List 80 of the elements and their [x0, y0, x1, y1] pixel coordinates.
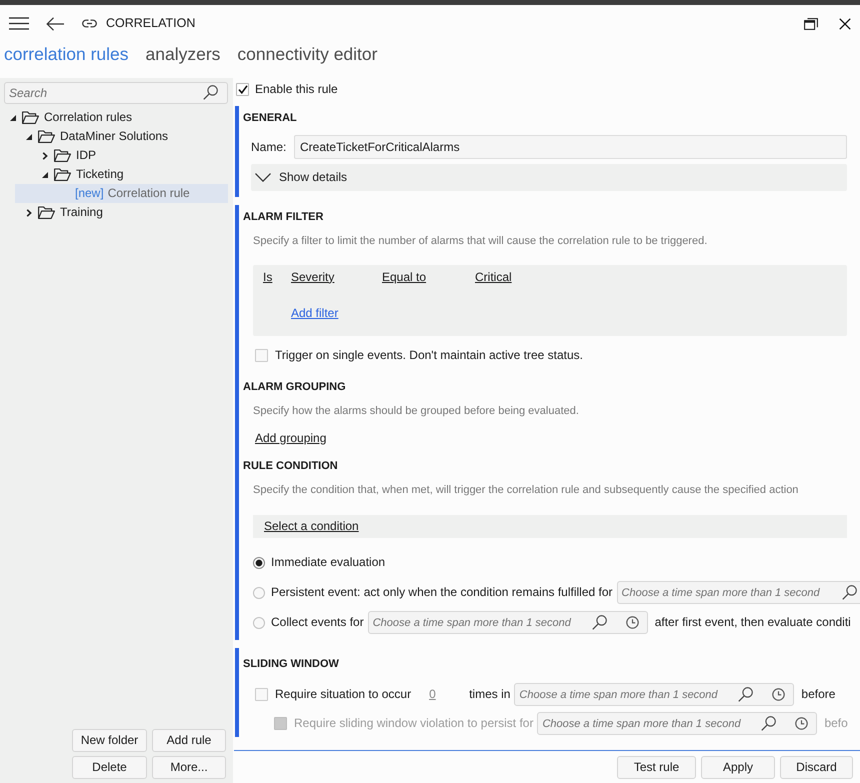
time-span-field[interactable]: Choose a time span more than 1 second: [368, 611, 648, 634]
option-label: times in: [469, 687, 510, 702]
checkbox[interactable]: [236, 82, 249, 96]
section-heading: GENERAL: [243, 111, 298, 126]
section-heading: ALARM FILTER: [243, 210, 324, 225]
checkbox[interactable]: [255, 349, 268, 362]
add-filter-link[interactable]: Add filter: [291, 306, 338, 320]
option-label: Trigger on single events. Don't maintain active tree status.: [275, 348, 583, 363]
clock-icon[interactable]: [626, 616, 639, 629]
field-label: Name:: [251, 140, 288, 154]
option-label: Persistent event: act only when the condition remains fulfilled for: [271, 585, 613, 600]
tree-item[interactable]: Correlation rules: [4, 108, 228, 127]
tab[interactable]: connectivity editor: [237, 42, 378, 66]
search-icon[interactable]: [592, 615, 607, 630]
link-icon: [82, 18, 97, 29]
time-span-field[interactable]: Choose a time span more than 1 second: [616, 581, 860, 604]
tab[interactable]: analyzers: [146, 42, 220, 66]
chevron-down-icon[interactable]: [255, 173, 271, 182]
section-heading: SLIDING WINDOW: [243, 657, 340, 672]
search-icon[interactable]: [761, 716, 776, 731]
back-arrow-icon[interactable]: [46, 16, 64, 30]
section-description: Specify the condition that, when met, will trigger the correlation rule and subsequently cause the specified action: [253, 483, 800, 498]
tree-item[interactable]: Ticketing: [4, 165, 228, 184]
add-grouping-link[interactable]: Add grouping: [255, 431, 326, 445]
option-label: befo: [824, 716, 848, 731]
close-icon[interactable]: [839, 18, 851, 30]
section-description: Specify a filter to limit the number of alarms that will cause the correlation rule to be triggered.: [253, 234, 708, 249]
filter-token[interactable]: Equal to: [382, 270, 475, 284]
filter-token[interactable]: Critical: [475, 270, 512, 284]
search-icon: [203, 85, 218, 100]
footer-button[interactable]: Test rule: [617, 756, 696, 779]
folder-icon: [38, 130, 55, 143]
sidebar-button[interactable]: Delete: [72, 756, 147, 779]
time-span-field[interactable]: Choose a time span more than 1 second: [514, 683, 794, 706]
name-field[interactable]: CreateTicketForCriticalAlarms: [294, 135, 847, 159]
section-heading: ALARM GROUPING: [243, 380, 347, 395]
radio-button[interactable]: [253, 556, 265, 568]
triangle-icon[interactable]: [10, 114, 16, 120]
footer-button[interactable]: Discard: [780, 756, 853, 779]
folder-icon: [54, 168, 71, 181]
folder-icon: [38, 206, 55, 219]
radio-button[interactable]: [253, 586, 265, 598]
filter-token[interactable]: Is: [263, 270, 291, 284]
option-label: Immediate evaluation: [271, 555, 386, 570]
filter-token[interactable]: Severity: [291, 270, 382, 284]
details-expander[interactable]: Show details: [251, 164, 847, 191]
tab[interactable]: correlation rules: [4, 42, 128, 66]
tree-item[interactable]: IDP: [4, 146, 228, 165]
folder-icon: [22, 111, 39, 124]
triangle-icon[interactable]: [26, 134, 32, 140]
search-field[interactable]: Search: [4, 82, 228, 104]
window-title: CORRELATION: [106, 16, 196, 32]
section-description: Specify how the alarms should be grouped before being evaluated.: [253, 404, 580, 419]
option-label: Require sliding window violation to persist for: [294, 716, 534, 731]
search-icon[interactable]: [842, 585, 857, 600]
tree-item[interactable]: DataMiner Solutions: [4, 127, 228, 146]
option-label: Collect events for: [271, 615, 364, 630]
option-label: after first event, then evaluate conditi: [654, 615, 851, 630]
chevron-right-icon[interactable]: [42, 152, 48, 160]
checkmark-icon: [238, 84, 248, 94]
search-icon[interactable]: [738, 687, 754, 702]
clock-icon[interactable]: [772, 688, 786, 701]
section-heading: RULE CONDITION: [243, 459, 339, 474]
menu-icon[interactable]: [9, 17, 29, 30]
checkbox-label: Enable this rule: [255, 82, 338, 96]
sidebar-button[interactable]: New folder: [72, 729, 147, 752]
option-label: Require situation to occur: [275, 687, 412, 702]
option-label: before: [801, 687, 836, 702]
restore-icon[interactable]: [804, 18, 818, 30]
triangle-icon[interactable]: [42, 172, 48, 178]
tree-item[interactable]: Training: [4, 203, 228, 222]
sidebar-button[interactable]: Add rule: [152, 729, 226, 752]
radio-button[interactable]: [253, 616, 265, 628]
checkbox[interactable]: [255, 688, 268, 701]
folder-icon: [54, 149, 71, 162]
footer-button[interactable]: Apply: [701, 756, 775, 779]
sidebar-button[interactable]: More...: [152, 756, 226, 779]
clock-icon[interactable]: [795, 717, 808, 730]
condition-selector[interactable]: Select a condition: [253, 515, 847, 538]
chevron-right-icon[interactable]: [26, 208, 32, 216]
